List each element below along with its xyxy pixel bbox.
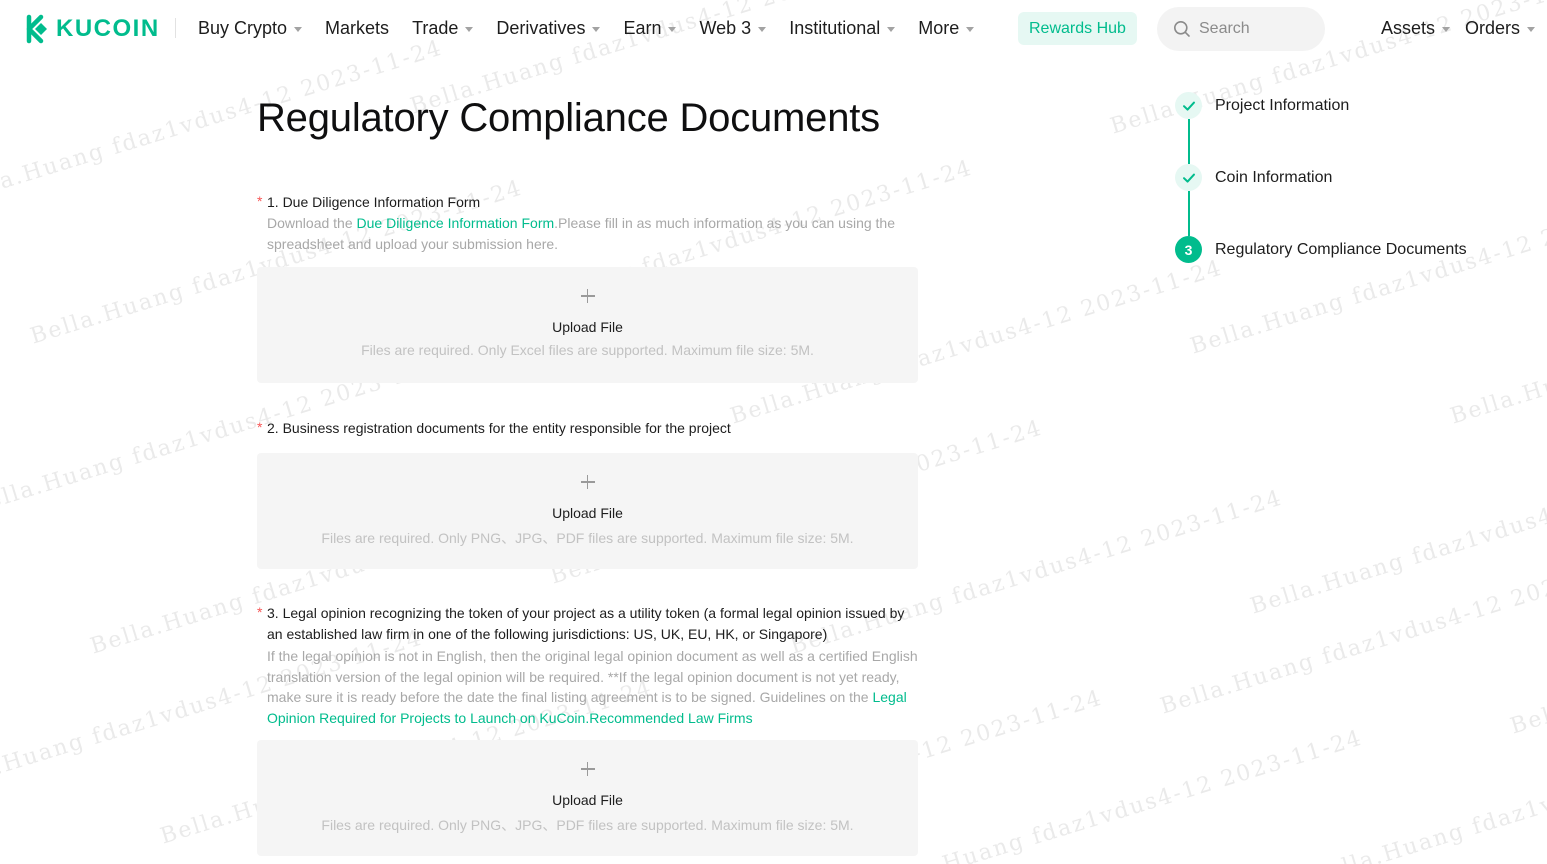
- watermark-text: Bella.Huang fdaz1vdus4-12 2023-11-24: [1447, 256, 1547, 430]
- step-done-indicator: [1175, 164, 1202, 191]
- section-description: If the legal opinion is not in English, …: [267, 648, 918, 726]
- nav-item-earn[interactable]: Earn: [623, 17, 677, 39]
- step-connector: [1188, 119, 1190, 164]
- check-icon: [1182, 101, 1195, 111]
- nav-item-trade[interactable]: Trade: [412, 17, 474, 39]
- section-business-registration: * 2. Business registration documents for…: [257, 418, 918, 439]
- nav-item-more[interactable]: More: [918, 17, 975, 39]
- kucoin-logo[interactable]: KUCOIN: [20, 13, 160, 45]
- nav-item-label: Derivatives: [496, 17, 586, 38]
- upload-label: Upload File: [552, 505, 623, 521]
- check-icon: [1182, 173, 1195, 183]
- rewards-hub-button[interactable]: Rewards Hub: [1018, 12, 1137, 45]
- search-icon: [1174, 21, 1190, 37]
- search-input[interactable]: Search: [1157, 7, 1325, 51]
- watermark-text: Bella.Huang fdaz1vdus4-12 2023-11-24: [1307, 716, 1547, 864]
- chevron-down-icon: [1527, 27, 1536, 32]
- upload-hint: Files are required. Only PNG、JPG、PDF fil…: [321, 530, 854, 546]
- nav-orders[interactable]: Orders: [1465, 17, 1536, 39]
- nav-item-label: Web 3: [699, 17, 752, 38]
- step-coin-information[interactable]: Coin Information: [1175, 164, 1332, 191]
- main-menu: Buy Crypto Markets Trade Derivatives Earn Web…: [198, 0, 997, 56]
- section-description: Download the Due Diligence Information F…: [257, 213, 918, 254]
- chevron-down-icon: [758, 27, 767, 32]
- account-menu: Assets Orders: [1381, 0, 1547, 56]
- page-title: Regulatory Compliance Documents: [257, 96, 880, 140]
- top-navigation: KUCOIN Buy Crypto Markets Trade Derivatives…: [0, 0, 1547, 56]
- chevron-down-icon: [592, 27, 601, 32]
- upload-file-area-legal-opinion[interactable]: Upload File Files are required. Only PNG…: [257, 740, 918, 856]
- nav-divider: [175, 18, 176, 38]
- nav-orders-label: Orders: [1465, 17, 1521, 38]
- nav-item-derivatives[interactable]: Derivatives: [496, 17, 601, 39]
- chevron-down-icon: [294, 27, 303, 32]
- upload-label: Upload File: [552, 792, 623, 808]
- chevron-down-icon: [668, 27, 677, 32]
- section-title: 3. Legal opinion recognizing the token o…: [267, 605, 905, 642]
- description-text: Download the: [267, 215, 357, 231]
- nav-item-buy-crypto[interactable]: Buy Crypto: [198, 17, 303, 39]
- watermark-text: Bella.Huang fdaz1vdus4-12 2023-11-24: [1247, 446, 1547, 620]
- nav-item-institutional[interactable]: Institutional: [789, 17, 896, 39]
- required-mark: *: [257, 193, 263, 209]
- nav-item-web-3[interactable]: Web 3: [699, 17, 767, 39]
- step-label: Project Information: [1215, 96, 1350, 114]
- upload-hint: Files are required. Only PNG、JPG、PDF fil…: [321, 817, 854, 833]
- nav-item-label: Markets: [325, 17, 390, 38]
- watermark-text: Bella.Huang fdaz1vdus4-12 2023-11-24: [1187, 185, 1547, 360]
- upload-label: Upload File: [552, 319, 623, 335]
- step-done-indicator: [1175, 92, 1202, 119]
- section-title: 1. Due Diligence Information Form: [267, 194, 481, 210]
- section-due-diligence: * 1. Due Diligence Information Form Down…: [257, 192, 918, 254]
- upload-hint: Files are required. Only Excel files are…: [361, 342, 814, 358]
- upload-file-area-due-diligence[interactable]: Upload File Files are required. Only Exc…: [257, 267, 918, 383]
- plus-icon: [580, 475, 595, 489]
- step-project-information[interactable]: Project Information: [1175, 92, 1349, 119]
- section-title: 2. Business registration documents for t…: [267, 420, 731, 436]
- step-label: Coin Information: [1215, 168, 1333, 186]
- nav-assets-label: Assets: [1381, 17, 1436, 38]
- watermark-text: Bella.Huang fdaz1vdus4-12 2023-11-24: [1157, 545, 1547, 720]
- step-regulatory-compliance[interactable]: 3 Regulatory Compliance Documents: [1175, 236, 1467, 263]
- search-placeholder: Search: [1199, 20, 1250, 37]
- watermark-text: Bella.Huang fdaz1vdus4-12 2023-11-24: [867, 725, 1366, 864]
- upload-file-area-business-registration[interactable]: Upload File Files are required. Only PNG…: [257, 453, 918, 569]
- plus-icon: [580, 289, 595, 303]
- nav-item-label: More: [918, 17, 960, 38]
- nav-item-markets[interactable]: Markets: [325, 18, 389, 39]
- chevron-down-icon: [966, 27, 975, 32]
- section-legal-opinion: * 3. Legal opinion recognizing the token…: [257, 603, 918, 728]
- chevron-down-icon: [465, 27, 474, 32]
- description-text: If the legal opinion is not in English, …: [267, 648, 918, 705]
- required-mark: *: [257, 604, 263, 620]
- brand-name: KUCOIN: [56, 15, 160, 42]
- chevron-down-icon: [1442, 27, 1451, 32]
- step-number-badge: 3: [1175, 236, 1202, 263]
- recommended-law-firms-link[interactable]: Recommended Law Firms: [589, 710, 752, 726]
- nav-item-label: Buy Crypto: [198, 17, 288, 38]
- plus-icon: [580, 762, 595, 776]
- watermark-text: Bella.Huang fdaz1vdus4-12 2023-11-24: [1507, 566, 1547, 740]
- due-diligence-form-link[interactable]: Due Diligence Information Form: [357, 215, 555, 231]
- nav-item-label: Earn: [623, 17, 662, 38]
- step-label: Regulatory Compliance Documents: [1215, 240, 1467, 258]
- nav-item-label: Trade: [412, 17, 459, 38]
- kucoin-logo-icon: [26, 14, 47, 44]
- step-connector: [1188, 191, 1190, 236]
- chevron-down-icon: [887, 27, 896, 32]
- nav-item-label: Institutional: [789, 17, 881, 38]
- nav-assets[interactable]: Assets: [1381, 17, 1451, 39]
- required-mark: *: [257, 419, 263, 435]
